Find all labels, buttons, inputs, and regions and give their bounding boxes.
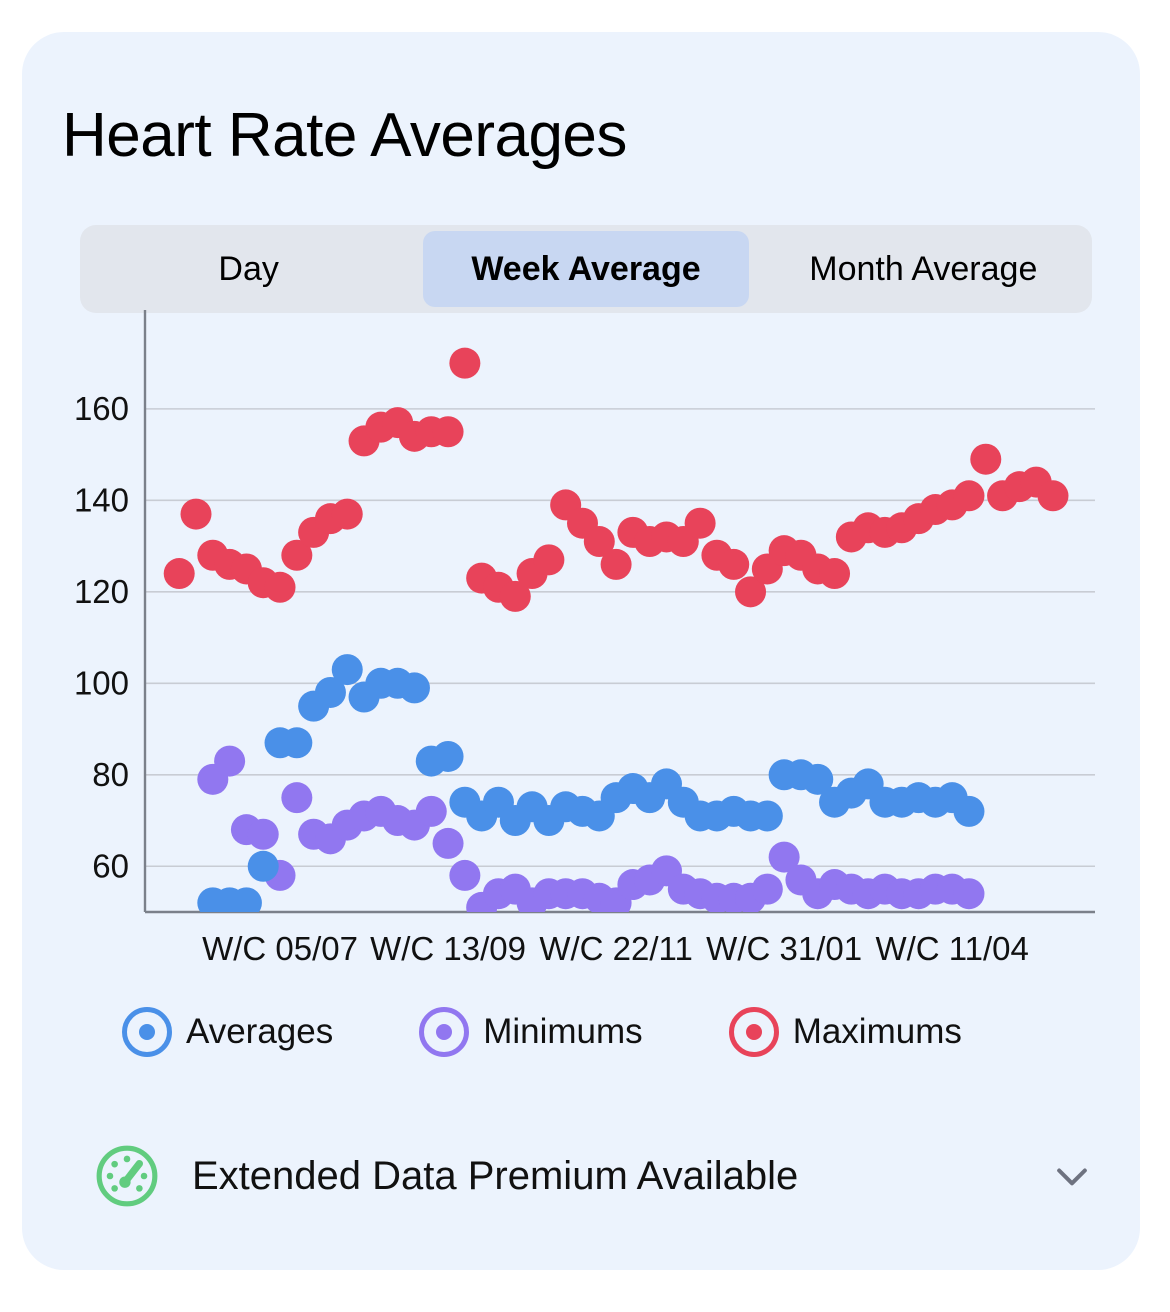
svg-text:120: 120 (74, 573, 129, 610)
chart-svg: 60 80 100 120 140 160 W/C 05/07 W/C 13/09 W/C 22… (74, 310, 1095, 967)
premium-upsell-label: Extended Data Premium Available (192, 1153, 799, 1198)
svg-text:80: 80 (92, 756, 129, 793)
gauge-icon (96, 1145, 158, 1207)
heart-rate-card: Heart Rate Averages Day Week Average Mon… (22, 32, 1140, 1270)
segment-day[interactable]: Day (86, 231, 411, 307)
legend-item-averages[interactable]: Averages (122, 1007, 333, 1057)
svg-text:W/C 13/09: W/C 13/09 (370, 930, 526, 967)
svg-text:W/C 31/01: W/C 31/01 (706, 930, 862, 967)
svg-text:100: 100 (74, 664, 129, 701)
legend-item-maximums[interactable]: Maximums (728, 1007, 962, 1057)
maximums-marker-icon (728, 1007, 779, 1057)
page-title: Heart Rate Averages (62, 101, 627, 170)
minimums-marker-icon (419, 1007, 470, 1057)
averages-marker-icon (122, 1007, 172, 1057)
svg-text:160: 160 (74, 390, 129, 427)
legend-label-averages: Averages (186, 1012, 334, 1051)
chart-legend: Averages Minimums Maximums (122, 1007, 1048, 1057)
legend-label-maximums: Maximums (792, 1012, 962, 1051)
legend-item-minimums[interactable]: Minimums (419, 1007, 643, 1057)
segment-month-average[interactable]: Month Average (761, 231, 1086, 307)
premium-upsell-row[interactable]: Extended Data Premium Available (94, 1130, 1094, 1222)
heart-rate-scatter-chart: 60 80 100 120 140 160 W/C 05/07 W/C 13/09 W/C 22… (22, 32, 1140, 1270)
chevron-down-icon[interactable] (1050, 1154, 1094, 1198)
svg-text:W/C 22/11: W/C 22/11 (539, 930, 692, 967)
svg-text:W/C 11/04: W/C 11/04 (875, 930, 1028, 967)
segment-week-average[interactable]: Week Average (423, 231, 749, 307)
svg-text:60: 60 (92, 847, 129, 884)
legend-label-minimums: Minimums (483, 1012, 643, 1051)
svg-text:W/C 05/07: W/C 05/07 (202, 930, 358, 967)
svg-text:140: 140 (74, 481, 129, 518)
view-mode-segmented-control[interactable]: Day Week Average Month Average (80, 225, 1092, 313)
